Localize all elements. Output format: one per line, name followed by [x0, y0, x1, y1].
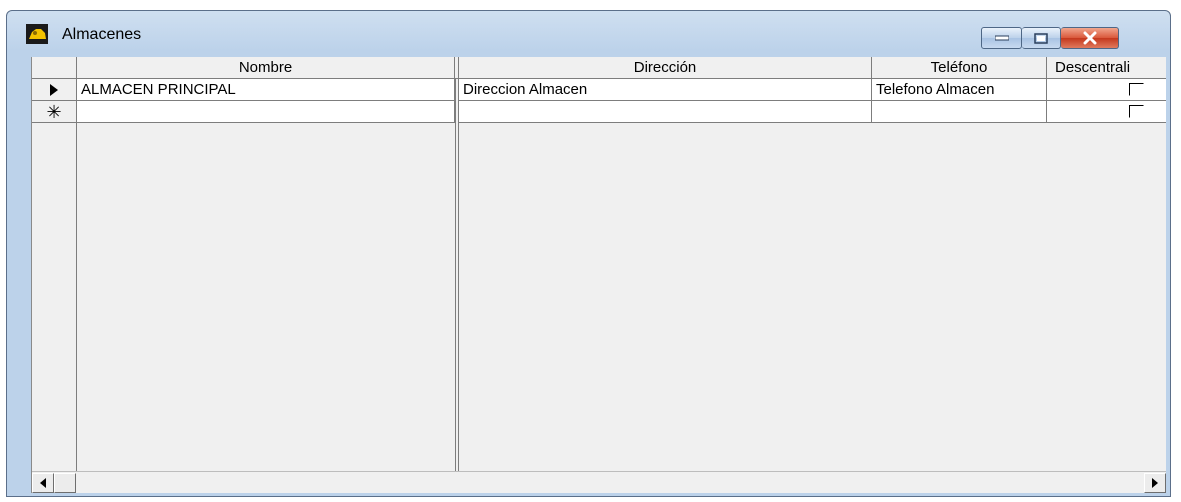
- cell-descentralizado[interactable]: [1047, 101, 1166, 123]
- maximize-icon: [1034, 32, 1048, 44]
- title-bar[interactable]: Almacenes: [7, 11, 1170, 57]
- cell-descentralizado[interactable]: [1047, 79, 1166, 101]
- window-title: Almacenes: [62, 26, 142, 43]
- app-icon: [26, 24, 48, 44]
- column-header-direccion[interactable]: Dirección: [459, 57, 872, 79]
- minimize-button[interactable]: [981, 27, 1022, 49]
- cell-direccion[interactable]: Direccion Almacen: [459, 79, 872, 101]
- grid-line: [455, 79, 459, 471]
- close-icon: [1083, 31, 1096, 45]
- data-grid: Nombre Dirección Teléfono Descentrali AL…: [32, 57, 1166, 471]
- column-header-descentralizado[interactable]: Descentrali: [1047, 57, 1166, 79]
- descentralizado-checkbox[interactable]: [1129, 105, 1144, 118]
- grid-line: [76, 79, 77, 471]
- cell-telefono[interactable]: Telefono Almacen: [872, 79, 1047, 101]
- cell-nombre[interactable]: [77, 101, 455, 123]
- grid-area: Nombre Dirección Teléfono Descentrali AL…: [31, 57, 1166, 493]
- asterisk-icon: ✳: [46, 102, 62, 122]
- close-button[interactable]: [1061, 27, 1119, 49]
- maximize-button[interactable]: [1022, 27, 1061, 49]
- cell-nombre[interactable]: ALMACEN PRINCIPAL: [77, 79, 455, 101]
- column-header-nombre[interactable]: Nombre: [77, 57, 455, 79]
- descentralizado-checkbox[interactable]: [1129, 83, 1144, 96]
- scroll-thumb[interactable]: [54, 473, 76, 493]
- row-selector[interactable]: [32, 79, 77, 101]
- horizontal-scrollbar[interactable]: [32, 471, 1166, 493]
- minimize-icon: [994, 35, 1009, 41]
- cell-direccion[interactable]: [459, 101, 872, 123]
- scroll-right-button[interactable]: [1144, 473, 1166, 493]
- scroll-left-button[interactable]: [32, 473, 54, 493]
- cell-telefono[interactable]: [872, 101, 1047, 123]
- arrow-right-icon: [1152, 478, 1158, 488]
- arrow-left-icon: [40, 478, 46, 488]
- column-header-telefono[interactable]: Teléfono: [872, 57, 1047, 79]
- row-selector[interactable]: ✳: [32, 101, 77, 123]
- almacenes-window: Almacenes Nombre Dirección Teléfono Desc…: [6, 10, 1171, 497]
- play-arrow-icon: [50, 84, 58, 96]
- header-corner: [32, 57, 77, 79]
